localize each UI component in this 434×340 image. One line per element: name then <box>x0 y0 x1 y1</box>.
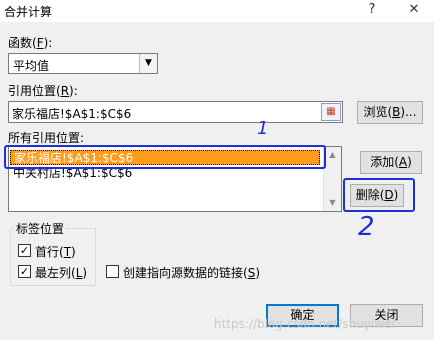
browse-button[interactable]: 浏览(B)... <box>357 101 423 124</box>
scroll-up-icon[interactable]: ▲ <box>324 147 341 163</box>
chevron-down-icon[interactable]: ▼ <box>139 54 157 73</box>
left-column-checkbox[interactable]: ✓ <box>18 265 31 278</box>
create-links-label: 创建指向源数据的链接(S) <box>123 266 260 280</box>
check-icon: ✓ <box>19 265 30 278</box>
annotation-box-1 <box>4 145 326 169</box>
function-label: 函数(F): <box>8 36 53 50</box>
annotation-mark-2: 2 <box>358 212 375 242</box>
reference-input-value: 家乐福店!$A$1:$C$6 <box>12 107 132 121</box>
top-row-checkbox[interactable]: ✓ <box>18 244 31 257</box>
range-picker-icon[interactable]: ▦ <box>321 103 341 121</box>
all-references-label: 所有引用位置: <box>8 131 85 145</box>
label-position-title: 标签位置 <box>14 220 67 237</box>
add-button[interactable]: 添加(A) <box>360 151 422 174</box>
reference-label: 引用位置(R): <box>8 84 78 98</box>
function-select[interactable]: 平均值 ▼ <box>8 53 158 74</box>
close-window-button[interactable]: ✕ <box>404 2 424 18</box>
annotation-mark-1: 1 <box>257 118 269 139</box>
close-icon: ✕ <box>408 2 420 17</box>
help-icon: ? <box>368 2 376 17</box>
left-column-label: 最左列(L) <box>35 266 88 280</box>
create-links-checkbox[interactable] <box>106 265 119 278</box>
check-icon: ✓ <box>19 244 30 257</box>
help-button[interactable]: ? <box>362 2 382 18</box>
window-title: 合并计算 <box>4 5 53 19</box>
annotation-box-2 <box>343 178 415 212</box>
reference-input[interactable]: 家乐福店!$A$1:$C$6 ▦ <box>8 101 343 123</box>
function-select-value: 平均值 <box>13 59 50 73</box>
top-row-label: 首行(T) <box>35 245 76 259</box>
watermark: https://blog.csdn.net/shuyiwei <box>214 317 395 331</box>
scroll-down-icon[interactable]: ▼ <box>324 195 341 211</box>
